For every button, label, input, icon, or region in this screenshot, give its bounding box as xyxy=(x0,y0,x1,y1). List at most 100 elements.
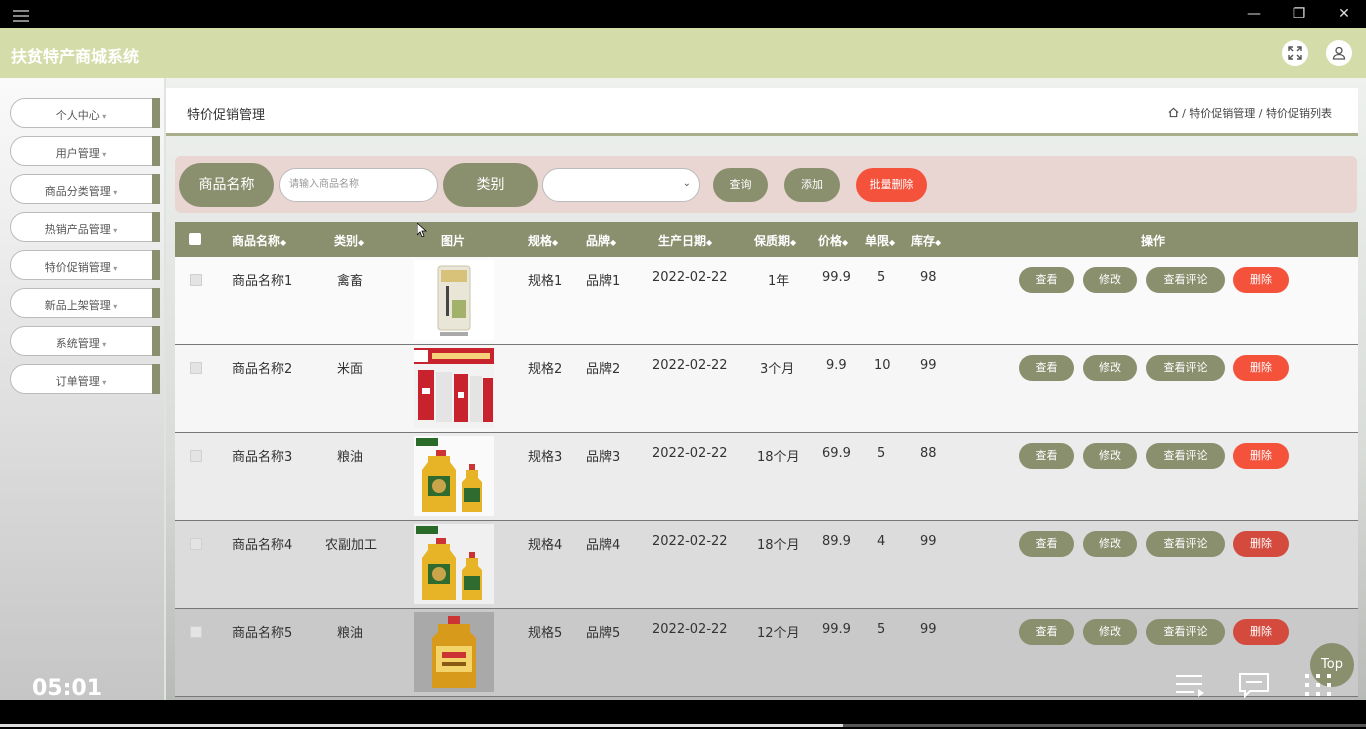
fullscreen-icon[interactable] xyxy=(1282,40,1308,66)
sidebar-item-hot-products[interactable]: 热销产品管理 xyxy=(10,212,160,242)
cell-brand: 品牌2 xyxy=(586,362,621,377)
chevron-down-icon: ⌄ xyxy=(682,178,691,189)
sidebar-item-orders[interactable]: 订单管理 xyxy=(10,364,160,394)
cell-shelf: 12个月 xyxy=(757,626,800,641)
edit-button[interactable]: 修改 xyxy=(1083,531,1137,557)
query-button[interactable]: 查询 xyxy=(713,168,768,202)
close-icon[interactable]: ✕ xyxy=(1336,6,1352,22)
product-image xyxy=(414,436,494,516)
delete-button[interactable]: 删除 xyxy=(1233,267,1289,293)
cell-spec: 规格1 xyxy=(528,274,563,289)
comment-icon[interactable] xyxy=(1238,672,1270,698)
col-limit[interactable]: 单限◆ xyxy=(865,232,895,249)
product-image xyxy=(414,612,494,692)
view-comments-button[interactable]: 查看评论 xyxy=(1146,531,1225,557)
minimize-icon[interactable]: — xyxy=(1246,6,1262,22)
cell-limit: 4 xyxy=(877,534,886,549)
edit-button[interactable]: 修改 xyxy=(1083,619,1137,645)
menu-icon[interactable] xyxy=(13,10,29,22)
cell-price: 69.9 xyxy=(822,446,851,461)
col-category[interactable]: 类别◆ xyxy=(334,232,364,249)
edit-button[interactable]: 修改 xyxy=(1083,355,1137,381)
grid-icon[interactable] xyxy=(1303,672,1335,698)
col-stock[interactable]: 库存◆ xyxy=(911,232,941,249)
view-comments-button[interactable]: 查看评论 xyxy=(1146,443,1225,469)
content-area: 个人中心 用户管理 商品分类管理 热销产品管理 特价促销管理 新品上架管理 系统… xyxy=(0,78,1366,700)
sidebar-item-new-products[interactable]: 新品上架管理 xyxy=(10,288,160,318)
video-progress-remaining[interactable] xyxy=(843,724,1366,727)
cell-shelf: 1年 xyxy=(768,274,790,289)
batch-delete-button[interactable]: 批量删除 xyxy=(856,168,927,202)
sidebar-item-label: 系统管理 xyxy=(11,335,151,351)
col-brand[interactable]: 品牌◆ xyxy=(586,232,616,249)
product-table: 商品名称◆ 类别◆ 图片 规格◆ 品牌◆ 生产日期◆ 保质期◆ 价格◆ 单限◆ … xyxy=(175,222,1358,700)
row-checkbox[interactable] xyxy=(190,538,202,550)
row-checkbox[interactable] xyxy=(190,626,202,638)
restore-icon[interactable]: ❐ xyxy=(1291,6,1307,22)
sidebar-item-users[interactable]: 用户管理 xyxy=(10,136,160,166)
view-button[interactable]: 查看 xyxy=(1019,619,1074,645)
product-image xyxy=(414,260,494,340)
delete-button[interactable]: 删除 xyxy=(1233,619,1289,645)
view-comments-button[interactable]: 查看评论 xyxy=(1146,355,1225,381)
cell-date: 2022-02-22 xyxy=(652,534,728,549)
add-button[interactable]: 添加 xyxy=(784,168,840,202)
edit-button[interactable]: 修改 xyxy=(1083,267,1137,293)
delete-button[interactable]: 删除 xyxy=(1233,531,1289,557)
col-ops: 操作 xyxy=(1141,234,1166,248)
sidebar-divider xyxy=(164,78,166,700)
sidebar-item-personal[interactable]: 个人中心 xyxy=(10,98,160,128)
view-button[interactable]: 查看 xyxy=(1019,531,1074,557)
playlist-icon[interactable] xyxy=(1174,672,1206,698)
table-row: 商品名称1 禽畜 规格1 品牌1 2022-02-22 1年 99.9 5 98… xyxy=(175,257,1358,345)
page-header: 特价促销管理 / 特价促销管理 / 特价促销列表 xyxy=(166,88,1358,136)
cell-price: 99.9 xyxy=(822,622,851,637)
col-shelf[interactable]: 保质期◆ xyxy=(754,232,796,249)
video-progress-played[interactable] xyxy=(0,724,843,727)
cell-limit: 5 xyxy=(877,446,886,461)
sidebar-item-promotions[interactable]: 特价促销管理 xyxy=(10,250,160,280)
view-comments-button[interactable]: 查看评论 xyxy=(1146,267,1225,293)
cell-price: 99.9 xyxy=(822,270,851,285)
cell-category: 农副加工 xyxy=(325,538,378,553)
sidebar-item-label: 特价促销管理 xyxy=(11,259,151,275)
edit-button[interactable]: 修改 xyxy=(1083,443,1137,469)
name-filter-label: 商品名称 xyxy=(179,163,274,207)
row-checkbox[interactable] xyxy=(190,450,202,462)
cell-stock: 98 xyxy=(920,270,937,285)
sort-icon: ◆ xyxy=(935,238,942,247)
view-button[interactable]: 查看 xyxy=(1019,443,1074,469)
view-comments-button[interactable]: 查看评论 xyxy=(1146,619,1225,645)
cell-date: 2022-02-22 xyxy=(652,622,728,637)
sidebar-item-system[interactable]: 系统管理 xyxy=(10,326,160,356)
app-frame: — ❐ ✕ 扶贫特产商城系统 个人中心 用户管理 商品分类管理 热销产品管理 特… xyxy=(0,0,1366,729)
cell-limit: 5 xyxy=(877,622,886,637)
delete-button[interactable]: 删除 xyxy=(1233,355,1289,381)
category-select[interactable]: ⌄ xyxy=(542,168,700,202)
row-checkbox[interactable] xyxy=(190,362,202,374)
table-row: 商品名称2 米面 规格2 品牌2 2022-02-22 3个月 9.9 10 9… xyxy=(175,345,1358,433)
cell-spec: 规格3 xyxy=(528,450,563,465)
sort-icon: ◆ xyxy=(552,238,559,247)
select-all-checkbox[interactable] xyxy=(189,233,201,245)
view-button[interactable]: 查看 xyxy=(1019,355,1074,381)
view-button[interactable]: 查看 xyxy=(1019,267,1074,293)
table-header: 商品名称◆ 类别◆ 图片 规格◆ 品牌◆ 生产日期◆ 保质期◆ 价格◆ 单限◆ … xyxy=(175,222,1358,257)
sidebar-item-categories[interactable]: 商品分类管理 xyxy=(10,174,160,204)
breadcrumb-text[interactable]: / 特价促销管理 / 特价促销列表 xyxy=(1179,107,1332,120)
row-checkbox[interactable] xyxy=(190,274,202,286)
col-date[interactable]: 生产日期◆ xyxy=(658,232,712,249)
name-search-input[interactable]: 请输入商品名称 xyxy=(279,168,438,202)
user-icon[interactable] xyxy=(1326,40,1352,66)
col-name[interactable]: 商品名称◆ xyxy=(232,232,286,249)
breadcrumb: / 特价促销管理 / 特价促销列表 xyxy=(1168,105,1332,121)
delete-button[interactable]: 删除 xyxy=(1233,443,1289,469)
cell-spec: 规格5 xyxy=(528,626,563,641)
col-spec[interactable]: 规格◆ xyxy=(528,232,558,249)
col-price[interactable]: 价格◆ xyxy=(818,232,848,249)
sidebar-item-label: 个人中心 xyxy=(11,107,151,123)
sidebar-item-label: 热销产品管理 xyxy=(11,221,151,237)
cell-shelf: 3个月 xyxy=(760,362,795,377)
cell-date: 2022-02-22 xyxy=(652,358,728,373)
home-icon[interactable] xyxy=(1168,107,1179,118)
